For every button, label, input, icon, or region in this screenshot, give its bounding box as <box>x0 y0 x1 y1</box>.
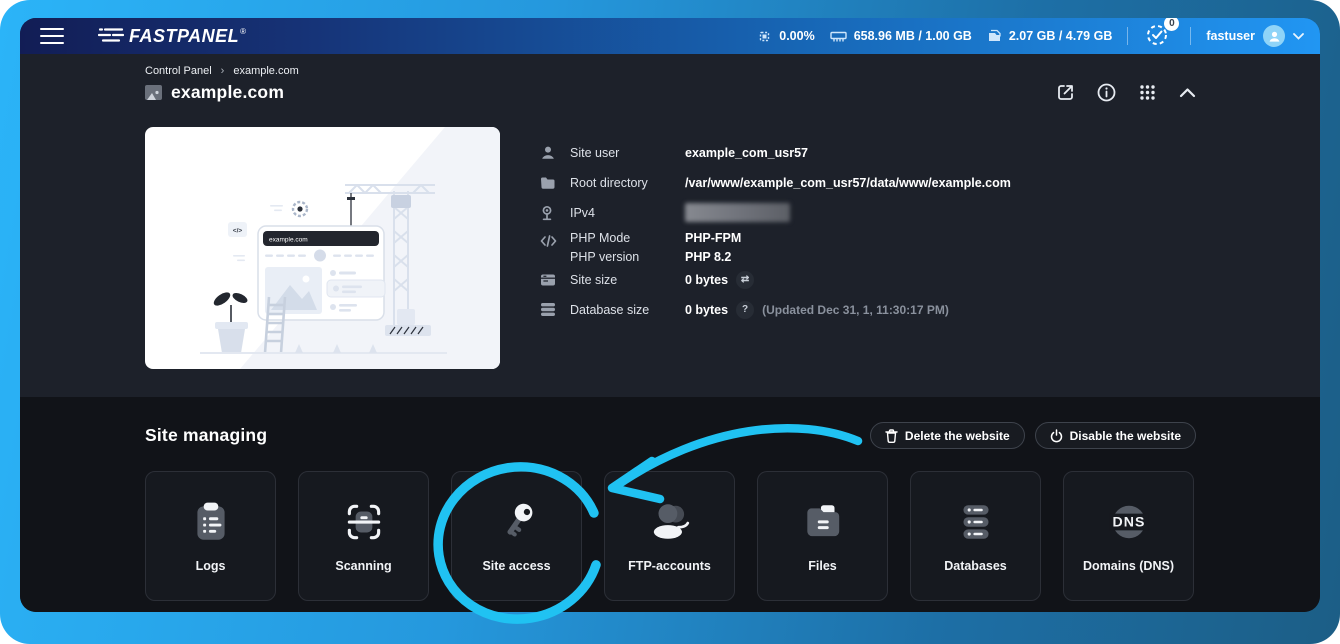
power-icon <box>1050 429 1063 443</box>
ram-usage: 658.96 MB / 1.00 GB <box>830 29 972 43</box>
trash-icon <box>885 429 898 443</box>
device-frame: FASTPANEL ® 0.00% <box>0 0 1340 644</box>
cpu-value: 0.00% <box>779 29 814 43</box>
disable-website-button[interactable]: Disable the website <box>1035 422 1196 449</box>
chevron-up-icon <box>1179 87 1196 98</box>
info-icon <box>1097 83 1116 102</box>
database-icon <box>540 302 570 317</box>
ram-value: 658.96 MB / 1.00 GB <box>854 29 972 43</box>
detail-row-root-directory: Root directory /var/www/example_com_usr5… <box>540 168 1011 197</box>
page: FASTPANEL ® 0.00% <box>0 0 1340 644</box>
tasks-button[interactable]: 0 <box>1143 23 1175 50</box>
site-preview-illustration: example.com <box>145 127 500 369</box>
divider <box>1190 27 1191 45</box>
tasks-badge: 0 <box>1164 18 1179 31</box>
brand-name: FASTPANEL <box>129 26 239 47</box>
card-scanning[interactable]: Scanning <box>298 471 429 601</box>
fastpanel-window: FASTPANEL ® 0.00% <box>20 18 1320 612</box>
info-button[interactable] <box>1097 83 1116 102</box>
recalculate-site-size-button[interactable]: ⇄ <box>736 271 754 289</box>
site-info-section: example.com <box>20 109 1320 397</box>
illustration-code-text: </> <box>233 228 243 235</box>
menu-icon[interactable] <box>40 28 64 44</box>
folder-icon <box>540 176 570 190</box>
topbar-stats: 0.00% 658.96 MB / 1.00 GB <box>757 23 1304 50</box>
card-databases[interactable]: Databases <box>910 471 1041 601</box>
managing-cards: Logs Scanning <box>145 471 1196 601</box>
chevron-down-icon <box>1293 33 1304 40</box>
breadcrumb-current[interactable]: example.com <box>233 65 298 77</box>
open-site-button[interactable] <box>1056 83 1075 102</box>
title-row: example.com <box>145 82 1196 103</box>
disk-usage: 2.07 GB / 4.79 GB <box>987 29 1113 43</box>
external-link-icon <box>1056 83 1075 102</box>
cpu-icon <box>757 29 772 44</box>
detail-row-site-size: Site size 0 bytes ⇄ <box>540 265 1011 294</box>
card-site-access[interactable]: Site access <box>451 471 582 601</box>
breadcrumb-separator: › <box>221 65 225 77</box>
ipv4-redacted-value <box>685 203 790 222</box>
header-actions <box>1056 83 1196 102</box>
page-header: Control Panel › example.com example.com <box>20 54 1320 109</box>
svg-text:DNS: DNS <box>1112 514 1145 530</box>
key-icon <box>494 499 540 545</box>
topbar: FASTPANEL ® 0.00% <box>20 18 1320 54</box>
card-ftp-accounts[interactable]: FTP-accounts <box>604 471 735 601</box>
breadcrumb: Control Panel › example.com <box>145 65 1196 77</box>
disk-icon <box>987 29 1002 43</box>
user-menu[interactable]: fastuser <box>1206 25 1304 47</box>
site-image-icon <box>145 85 162 100</box>
avatar <box>1263 25 1285 47</box>
site-details: Site user example_com_usr57 Root directo… <box>540 127 1011 397</box>
dns-globe-icon: DNS <box>1106 499 1152 545</box>
location-pin-icon <box>540 205 570 221</box>
disk-value: 2.07 GB / 4.79 GB <box>1009 29 1113 43</box>
detail-row-database-size: Database size 0 bytes ? (Updated Dec 31,… <box>540 295 1011 324</box>
site-actions: Delete the website Disable the website <box>870 422 1196 449</box>
illustration-domain-text: example.com <box>269 237 308 244</box>
database-size-updated-note: (Updated Dec 31, 1, 11:30:17 PM) <box>762 303 949 317</box>
detail-row-ipv4: IPv4 <box>540 198 1011 227</box>
databases-icon <box>953 499 999 545</box>
brand-registered-mark: ® <box>240 27 246 36</box>
detail-row-site-user: Site user example_com_usr57 <box>540 138 1011 167</box>
equalizer-icon <box>98 26 124 44</box>
site-managing-section: Site managing Delete the website <box>20 397 1320 612</box>
divider <box>1127 27 1128 45</box>
cpu-usage: 0.00% <box>757 29 814 44</box>
storage-icon <box>540 273 570 287</box>
card-domains-dns[interactable]: DNS Domains (DNS) <box>1063 471 1194 601</box>
grid-icon <box>1138 83 1157 102</box>
ftp-accounts-icon <box>647 499 693 545</box>
files-folder-icon <box>800 499 846 545</box>
code-icon <box>540 234 570 248</box>
brand-logo[interactable]: FASTPANEL ® <box>98 26 246 47</box>
scanning-icon <box>341 499 387 545</box>
logs-icon <box>188 499 234 545</box>
user-icon <box>540 145 570 161</box>
collapse-button[interactable] <box>1179 87 1196 98</box>
person-icon <box>1268 30 1281 43</box>
page-title: example.com <box>171 82 284 103</box>
card-logs[interactable]: Logs <box>145 471 276 601</box>
breadcrumb-control-panel[interactable]: Control Panel <box>145 65 212 77</box>
ram-icon <box>830 30 847 43</box>
detail-row-php: PHP Mode PHP-FPM PHP version PHP 8.2 <box>540 228 1011 264</box>
section-title: Site managing <box>145 425 267 446</box>
username: fastuser <box>1206 29 1255 43</box>
delete-website-button[interactable]: Delete the website <box>870 422 1025 449</box>
apps-grid-button[interactable] <box>1138 83 1157 102</box>
database-size-help-button[interactable]: ? <box>736 301 754 319</box>
card-files[interactable]: Files <box>757 471 888 601</box>
